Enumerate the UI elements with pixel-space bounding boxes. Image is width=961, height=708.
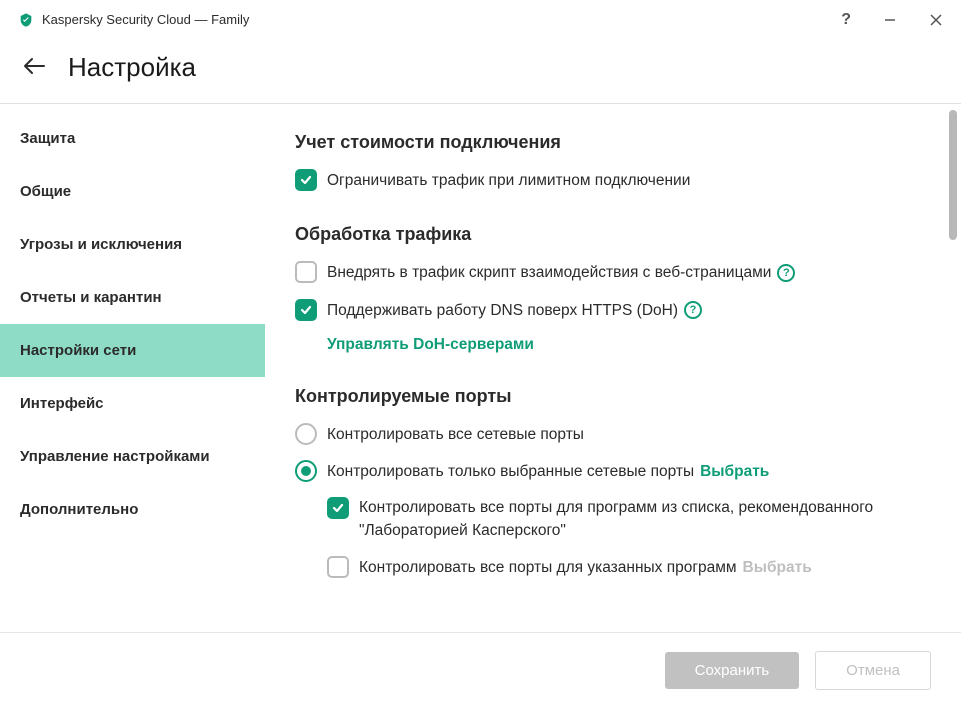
- section-controlled-ports: Контролируемые порты Контролировать все …: [295, 386, 931, 580]
- sidebar: Защита Общие Угрозы и исключения Отчеты …: [0, 104, 265, 632]
- radio-selected-ports[interactable]: [295, 460, 317, 482]
- label-all-ports: Контролировать все сетевые порты: [327, 423, 584, 446]
- option-recommended-programs: Контролировать все порты для программ из…: [327, 497, 931, 542]
- help-icon[interactable]: ?: [777, 264, 795, 282]
- checkbox-limit-traffic[interactable]: [295, 169, 317, 191]
- option-specified-programs: Контролировать все порты для указанных п…: [327, 556, 931, 579]
- sidebar-item-threats[interactable]: Угрозы и исключения: [0, 218, 265, 271]
- option-limit-traffic: Ограничивать трафик при лимитном подключ…: [295, 169, 931, 192]
- footer: Сохранить Отмена: [0, 632, 961, 708]
- checkbox-inject-script[interactable]: [295, 261, 317, 283]
- content-panel: Учет стоимости подключения Ограничивать …: [265, 104, 961, 632]
- app-logo-icon: [18, 12, 34, 28]
- sidebar-item-reports[interactable]: Отчеты и карантин: [0, 271, 265, 324]
- section-title-traffic: Обработка трафика: [295, 224, 931, 245]
- close-icon[interactable]: [929, 13, 943, 27]
- option-all-ports: Контролировать все сетевые порты: [295, 423, 931, 446]
- section-title-cost: Учет стоимости подключения: [295, 132, 931, 153]
- page-title: Настройка: [68, 52, 196, 83]
- checkbox-specified-programs[interactable]: [327, 556, 349, 578]
- main-columns: Защита Общие Угрозы и исключения Отчеты …: [0, 104, 961, 632]
- label-doh: Поддерживать работу DNS поверх HTTPS (Do…: [327, 299, 702, 322]
- section-traffic-processing: Обработка трафика Внедрять в трафик скри…: [295, 224, 931, 354]
- section-title-ports: Контролируемые порты: [295, 386, 931, 407]
- checkbox-recommended-programs[interactable]: [327, 497, 349, 519]
- sidebar-item-general[interactable]: Общие: [0, 165, 265, 218]
- minimize-icon[interactable]: [883, 13, 897, 27]
- link-manage-doh[interactable]: Управлять DoH-серверами: [327, 336, 931, 354]
- sidebar-item-network[interactable]: Настройки сети: [0, 324, 265, 377]
- sidebar-item-additional[interactable]: Дополнительно: [0, 483, 265, 536]
- link-select-ports[interactable]: Выбрать: [700, 460, 769, 483]
- page-header: Настройка: [0, 40, 961, 104]
- option-selected-ports: Контролировать только выбранные сетевые …: [295, 460, 931, 483]
- save-button[interactable]: Сохранить: [665, 652, 800, 689]
- sidebar-item-manage[interactable]: Управление настройками: [0, 430, 265, 483]
- help-icon[interactable]: ?: [684, 301, 702, 319]
- sidebar-item-protection[interactable]: Защита: [0, 112, 265, 165]
- section-connection-cost: Учет стоимости подключения Ограничивать …: [295, 132, 931, 192]
- back-arrow-icon[interactable]: [22, 57, 46, 79]
- cancel-button[interactable]: Отмена: [815, 651, 931, 690]
- label-inject-script: Внедрять в трафик скрипт взаимодействия …: [327, 261, 795, 284]
- label-specified-programs: Контролировать все порты для указанных п…: [359, 556, 812, 579]
- option-doh: Поддерживать работу DNS поверх HTTPS (Do…: [295, 299, 931, 322]
- label-recommended-programs: Контролировать все порты для программ из…: [359, 497, 931, 542]
- titlebar: Kaspersky Security Cloud — Family ?: [0, 0, 961, 40]
- app-title: Kaspersky Security Cloud — Family: [42, 12, 841, 27]
- content-scrollbar[interactable]: [949, 110, 957, 240]
- checkbox-doh[interactable]: [295, 299, 317, 321]
- radio-all-ports[interactable]: [295, 423, 317, 445]
- sidebar-item-interface[interactable]: Интерфейс: [0, 377, 265, 430]
- link-select-programs: Выбрать: [743, 556, 812, 579]
- window-controls: ?: [841, 11, 943, 29]
- label-limit-traffic: Ограничивать трафик при лимитном подключ…: [327, 169, 690, 192]
- help-icon[interactable]: ?: [841, 11, 851, 29]
- option-inject-script: Внедрять в трафик скрипт взаимодействия …: [295, 261, 931, 284]
- label-selected-ports: Контролировать только выбранные сетевые …: [327, 460, 769, 483]
